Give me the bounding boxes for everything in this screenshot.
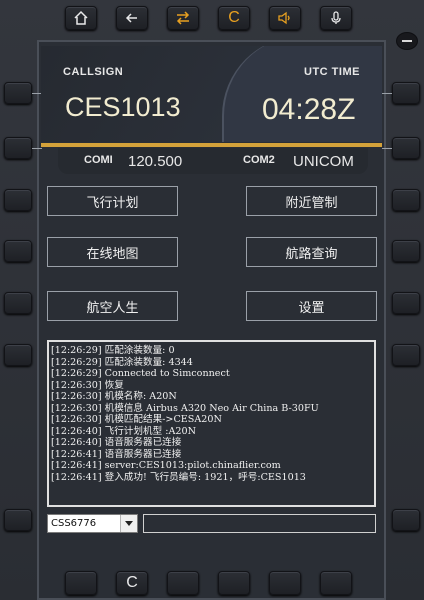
select-value: CSS6776	[51, 518, 97, 529]
log-line: [12:26:40] 飞行计划机型 :A20N	[51, 425, 196, 437]
clear-key-bottom[interactable]: C	[116, 571, 148, 595]
gold-divider	[41, 143, 382, 147]
microphone-icon	[331, 11, 341, 24]
log-line: [12:26:30] 机模名称: A20N	[51, 391, 177, 402]
message-input[interactable]	[143, 514, 376, 533]
log-line: [12:26:30] 恢复	[51, 379, 124, 391]
log-line: [12:26:30] 机模信息 Airbus A320 Neo Air Chin…	[51, 402, 319, 414]
speaker-icon	[278, 11, 290, 25]
log-line: [12:26:30] 机模匹配结果->CESA20N	[51, 414, 222, 425]
com2-frequency: UNICOM	[293, 153, 354, 170]
lsk-r3[interactable]	[392, 189, 420, 211]
back-key[interactable]	[116, 6, 148, 30]
back-arrow-icon	[125, 13, 137, 23]
message-log[interactable]: [12:26:29] 匹配涂装数量: 0 [12:26:29] 匹配涂装数量: …	[47, 340, 376, 507]
log-line: [12:26:29] Connected to Simconnect	[51, 368, 230, 379]
settings-button[interactable]: 设置	[246, 291, 377, 321]
utc-time-label: UTC TIME	[304, 66, 360, 78]
lsk-tick	[382, 148, 392, 149]
bottom-key-5[interactable]	[269, 571, 301, 595]
online-map-button[interactable]: 在线地图	[47, 237, 178, 267]
lsk-l3[interactable]	[4, 189, 32, 211]
lsk-l5[interactable]	[4, 292, 32, 314]
flight-plan-button[interactable]: 飞行计划	[47, 186, 178, 216]
com2-label: COM2	[243, 154, 275, 166]
swap-key[interactable]	[167, 6, 199, 30]
lsk-tick	[382, 93, 392, 94]
lsk-l4[interactable]	[4, 240, 32, 262]
lsk-l6[interactable]	[4, 344, 32, 366]
clear-key-top[interactable]: C	[218, 6, 250, 30]
lsk-l1[interactable]	[4, 82, 32, 104]
home-icon	[74, 10, 88, 25]
nearby-atc-button[interactable]: 附近管制	[246, 186, 377, 216]
com1-frequency: 120.500	[128, 153, 183, 170]
lsk-l7[interactable]	[4, 509, 32, 531]
dim-minus-button[interactable]	[396, 32, 418, 50]
log-line: [12:26:41] server:CES1013:pilot.chinafli…	[51, 460, 281, 471]
log-line: [12:26:29] 匹配涂装数量: 4344	[51, 356, 193, 368]
callsign-label: CALLSIGN	[63, 66, 124, 78]
log-line: [12:26:40] 语音服务器已连接	[51, 437, 182, 448]
lsk-r4[interactable]	[392, 240, 420, 262]
chevron-down-icon[interactable]	[120, 515, 137, 532]
lsk-tick	[32, 148, 42, 149]
lsk-l2[interactable]	[4, 137, 32, 159]
route-query-button[interactable]: 航路查询	[246, 237, 377, 267]
bottom-key-1[interactable]	[65, 571, 97, 595]
bottom-key-6[interactable]	[320, 571, 352, 595]
lsk-r5[interactable]	[392, 292, 420, 314]
log-line: [12:26:29] 匹配涂装数量: 0	[51, 345, 175, 356]
home-key[interactable]	[65, 6, 97, 30]
bottom-key-3[interactable]	[167, 571, 199, 595]
lsk-r6[interactable]	[392, 344, 420, 366]
lsk-r2[interactable]	[392, 137, 420, 159]
callsign-value: CES1013	[65, 92, 181, 122]
volume-key[interactable]	[269, 6, 301, 30]
lsk-r7[interactable]	[392, 509, 420, 531]
log-line: [12:26:41] 语音服务器已连接	[51, 448, 182, 460]
com1-label: COMI	[84, 154, 113, 166]
lsk-r1[interactable]	[392, 82, 420, 104]
swap-icon	[176, 11, 190, 25]
microphone-key[interactable]	[320, 6, 352, 30]
pilot-life-button[interactable]: 航空人生	[47, 291, 178, 321]
log-line: [12:26:41] 登入成功! 飞行员编号: 1921，呼号:CES1013	[51, 471, 306, 483]
utc-time-value: 04:28Z	[262, 93, 356, 126]
frequency-select[interactable]: CSS6776	[47, 514, 138, 533]
minus-icon	[402, 40, 412, 42]
bottom-key-4[interactable]	[218, 571, 250, 595]
